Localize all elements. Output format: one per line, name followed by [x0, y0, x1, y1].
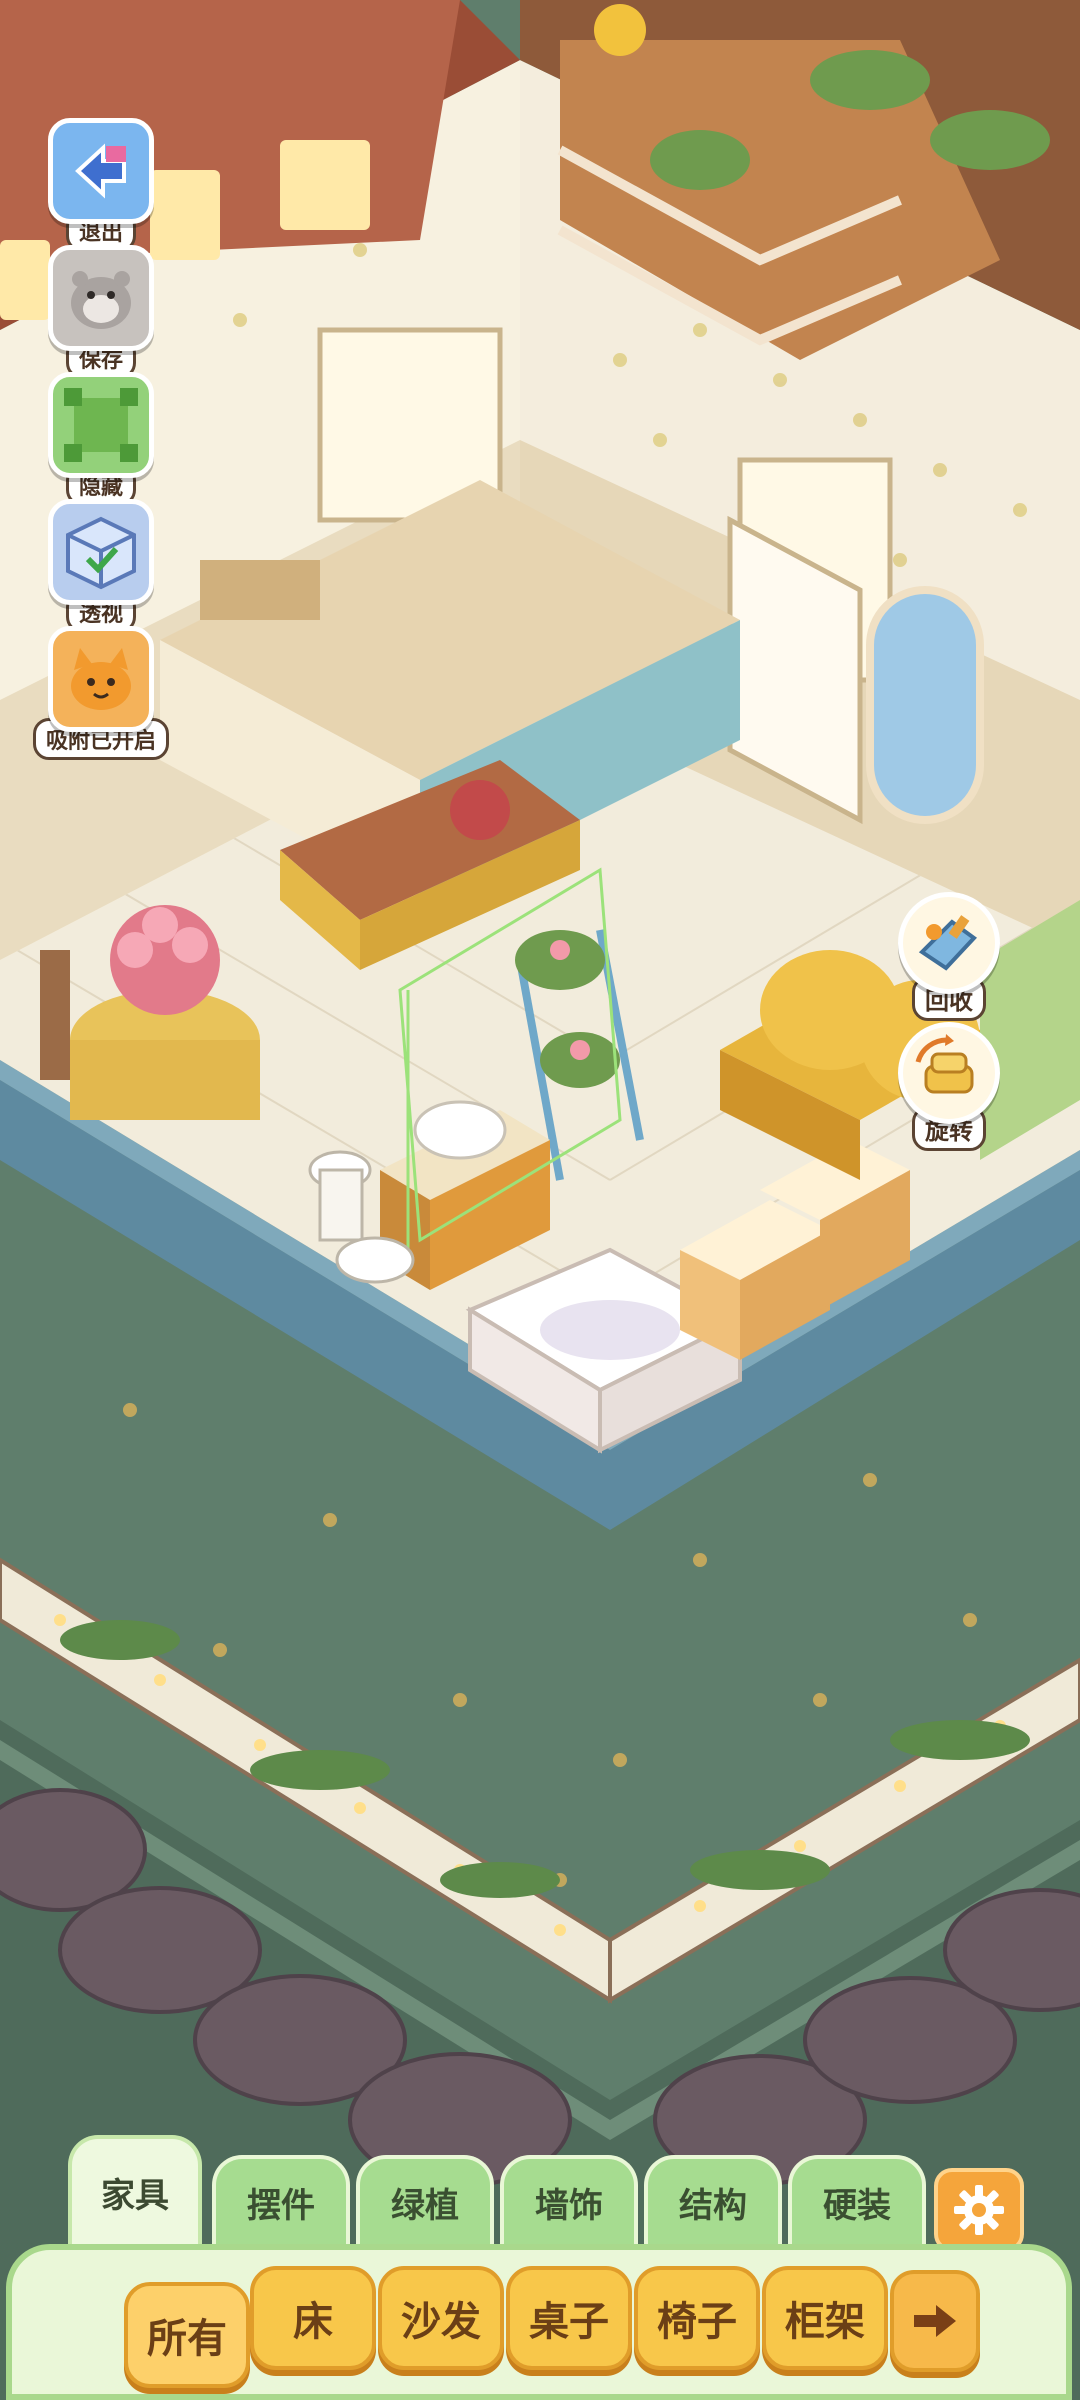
- recycle-dustpan-icon: [898, 892, 1000, 994]
- hamster-save-icon: [48, 245, 154, 351]
- snap-magnet-cat-icon: [48, 626, 154, 732]
- subtab-all[interactable]: 所有: [124, 2282, 250, 2388]
- perspective-button[interactable]: 透视: [46, 499, 156, 633]
- tab-hard-decor[interactable]: 硬装: [788, 2155, 926, 2245]
- subtab-chair[interactable]: 椅子: [634, 2266, 760, 2370]
- hide-button[interactable]: 隐藏: [46, 372, 156, 506]
- subtab-bed[interactable]: 床: [250, 2266, 376, 2370]
- tab-structure[interactable]: 结构: [644, 2155, 782, 2245]
- subtab-sofa[interactable]: 沙发: [378, 2266, 504, 2370]
- exit-arrow-icon: [48, 118, 154, 224]
- next-page-button[interactable]: [890, 2270, 980, 2372]
- recycle-button[interactable]: 回收: [894, 892, 1004, 1021]
- tab-plants[interactable]: 绿植: [356, 2155, 494, 2245]
- settings-button[interactable]: [934, 2168, 1024, 2252]
- tab-furniture[interactable]: 家具: [68, 2135, 202, 2245]
- exit-button[interactable]: 退出: [46, 118, 156, 252]
- rotate-sofa-icon: [898, 1022, 1000, 1124]
- right-arrow-icon: [914, 2305, 956, 2337]
- save-button[interactable]: 保存: [46, 245, 156, 379]
- gear-icon: [954, 2185, 1004, 2235]
- subtab-table[interactable]: 桌子: [506, 2266, 632, 2370]
- snap-toggle[interactable]: 吸附已开启: [33, 626, 170, 760]
- tab-wall-decor[interactable]: 墙饰: [500, 2155, 638, 2245]
- perspective-cube-icon: [48, 499, 154, 605]
- subtab-cabinet[interactable]: 柜架: [762, 2266, 888, 2370]
- category-tab-bar: 家具 摆件 绿植 墙饰 结构 硬装: [60, 2135, 1050, 2245]
- house-scene: [0, 0, 1080, 2400]
- rotate-button[interactable]: 旋转: [894, 1022, 1004, 1151]
- hide-frame-icon: [48, 372, 154, 478]
- tab-ornaments[interactable]: 摆件: [212, 2155, 350, 2245]
